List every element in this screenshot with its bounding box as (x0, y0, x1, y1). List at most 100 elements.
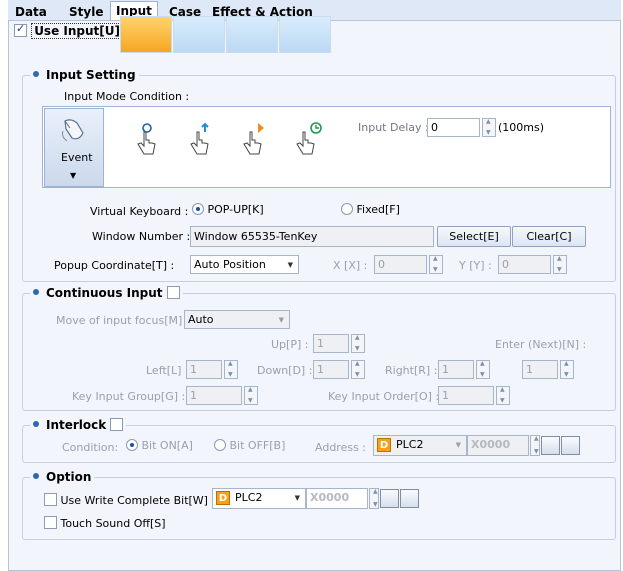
bullet-icon (33, 71, 39, 77)
write-complete-checkbox[interactable]: Use Write Complete Bit[W] : (44, 493, 215, 507)
continuous-input-title: Continuous Input (30, 286, 183, 300)
mouse-icon (62, 119, 84, 142)
device-icon: D (377, 438, 391, 452)
popup-radio[interactable]: POP-UP[K] (192, 203, 264, 216)
hand-pointer-icons (137, 122, 322, 155)
key-group-label: Key Input Group[G] : (72, 390, 186, 403)
window-number-field: Window 65535-TenKey (190, 226, 434, 247)
left-field: 1 (186, 360, 222, 379)
fixed-radio-label: Fixed[F] (356, 203, 400, 216)
key-order-spinner (496, 386, 510, 405)
keypad-icon[interactable] (561, 436, 580, 455)
option-address-spinner[interactable] (369, 488, 379, 509)
option-title-text: Option (46, 470, 92, 484)
mode-touch-up-button[interactable] (173, 16, 225, 53)
key-order-field: 1 (438, 386, 494, 405)
continuous-input-checkbox[interactable] (166, 286, 180, 299)
keypad-icon[interactable] (400, 489, 419, 508)
mode-touch-timer-button[interactable] (279, 16, 331, 53)
fixed-radio[interactable]: Fixed[F] (341, 203, 400, 216)
mode-touch-down-button[interactable] (120, 16, 172, 53)
interlock-device-value: PLC2 (396, 438, 424, 451)
window-number-label: Window Number : (92, 230, 191, 243)
bit-off-radio-icon (214, 439, 226, 451)
bit-on-radio-icon (126, 439, 138, 451)
left-spinner (224, 360, 238, 379)
chevron-down-icon: ▼ (287, 261, 293, 269)
use-input-check-icon[interactable] (14, 22, 27, 37)
address-browse-icon[interactable] (541, 436, 560, 455)
enter-field: 1 (522, 360, 558, 379)
input-setting-title: Input Setting (30, 68, 139, 82)
input-setting-title-text: Input Setting (46, 68, 136, 82)
write-complete-check-icon[interactable] (44, 493, 57, 506)
bit-off-label: Bit OFF[B] (229, 439, 286, 452)
select-button[interactable]: Select[E] (437, 226, 511, 247)
x-label: X [X] : (333, 259, 368, 272)
left-label: Left[L] : (146, 364, 189, 377)
condition-label: Condition: (62, 441, 119, 454)
input-mode-condition-label: Input Mode Condition : (64, 90, 190, 103)
key-group-field: 1 (186, 386, 242, 405)
touch-sound-label: Touch Sound Off[S] (60, 517, 166, 530)
continuous-input-title-text: Continuous Input (46, 286, 163, 300)
bit-off-radio: Bit OFF[B] (214, 439, 285, 452)
tab-style[interactable]: Style (64, 3, 108, 21)
interlock-title: Interlock (30, 418, 127, 432)
x-spinner (429, 255, 443, 274)
event-button[interactable]: Event ▼ (44, 108, 104, 187)
key-order-label: Key Input Order[O] : (328, 390, 440, 403)
fixed-radio-icon[interactable] (341, 203, 353, 215)
interlock-title-text: Interlock (46, 418, 107, 432)
move-focus-label: Move of input focus[M] : (56, 314, 190, 327)
mode-icons (120, 122, 332, 162)
touch-sound-checkbox[interactable]: Touch Sound Off[S] (44, 516, 166, 530)
use-input-checkbox[interactable]: Use Input[U] (14, 22, 123, 39)
device-icon: D (216, 491, 230, 505)
enter-label: Enter (Next)[N] : (495, 338, 587, 351)
popup-radio-icon[interactable] (192, 203, 204, 215)
bit-on-radio: Bit ON[A] (126, 439, 193, 452)
chevron-down-icon: ▼ (294, 494, 300, 502)
enter-spinner (560, 360, 574, 379)
option-address-field[interactable]: X0000 (306, 488, 368, 509)
mode-touch-continue-button[interactable] (226, 16, 278, 53)
use-input-label: Use Input[U] (31, 23, 123, 39)
down-spinner (351, 360, 365, 379)
interlock-checkbox[interactable] (110, 418, 124, 431)
virtual-keyboard-label: Virtual Keyboard : (90, 205, 189, 218)
input-delay-label: Input Delay : (358, 121, 429, 134)
key-group-spinner (244, 386, 258, 405)
option-device-value: PLC2 (235, 491, 263, 504)
clear-button[interactable]: Clear[C] (512, 226, 586, 247)
move-focus-select: Auto ▼ (184, 310, 290, 329)
touch-sound-check-icon[interactable] (44, 516, 57, 529)
bullet-icon (33, 421, 39, 427)
bit-on-label: Bit ON[A] (141, 439, 193, 452)
write-complete-label: Use Write Complete Bit[W] : (60, 494, 216, 507)
popup-radio-label: POP-UP[K] (207, 203, 264, 216)
popup-coordinate-select[interactable]: Auto Position ▼ (190, 255, 299, 274)
chevron-down-icon: ▼ (278, 316, 284, 324)
bullet-icon (33, 289, 39, 295)
address-browse-icon[interactable] (380, 489, 399, 508)
address-label: Address : (315, 441, 367, 454)
tab-data[interactable]: Data (10, 3, 52, 21)
up-spinner (351, 334, 365, 353)
up-field: 1 (313, 334, 349, 353)
input-delay-unit: (100ms) (498, 121, 545, 134)
up-label: Up[P] : (271, 338, 309, 351)
event-dropdown-icon: ▼ (70, 171, 77, 180)
input-delay-spinner[interactable] (482, 118, 496, 137)
y-spinner (553, 255, 567, 274)
option-title: Option (30, 470, 95, 484)
option-device-select[interactable]: D PLC2 ▼ (212, 488, 306, 509)
popup-coordinate-label: Popup Coordinate[T] : (54, 259, 175, 272)
x-field: 0 (374, 255, 427, 274)
down-field: 1 (313, 360, 349, 379)
input-delay-field[interactable]: 0 (427, 118, 480, 137)
interlock-device-select: D PLC2 ▼ (373, 435, 467, 456)
right-label: Right[R] : (385, 364, 438, 377)
y-field: 0 (498, 255, 551, 274)
popup-coordinate-value: Auto Position (194, 258, 266, 271)
